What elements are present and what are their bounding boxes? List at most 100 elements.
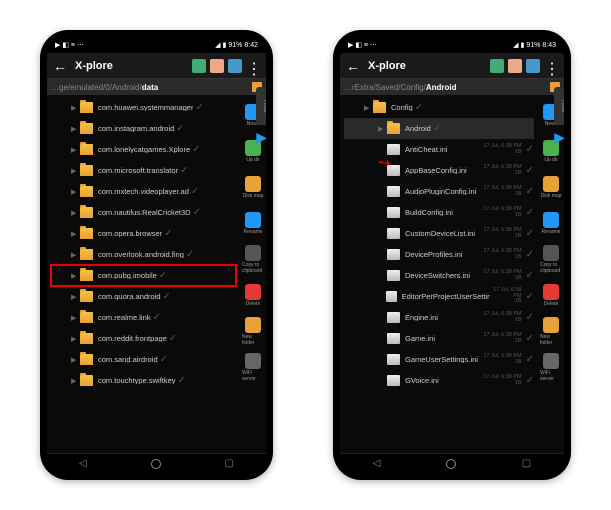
expand-arrow-icon[interactable]: ▶: [71, 335, 77, 343]
expand-arrow-icon[interactable]: ▶: [71, 314, 77, 322]
check-icon[interactable]: ✓: [526, 144, 534, 155]
check-icon[interactable]: ✓: [164, 228, 172, 239]
app-icon-1[interactable]: [490, 59, 504, 73]
expand-arrow-icon[interactable]: ▶: [71, 209, 77, 217]
tool-delete[interactable]: Delete: [540, 278, 562, 312]
file-row[interactable]: Game.ini 17 Jul, 6:38 PM1B ✓: [344, 328, 534, 349]
expand-arrow-icon[interactable]: ▶: [364, 104, 370, 112]
file-row[interactable]: AppBaseConfig.ini 17 Jul, 6:38 PM1B ✓: [344, 160, 534, 181]
check-icon[interactable]: ✓: [178, 375, 186, 386]
expand-arrow-icon[interactable]: ▶: [71, 167, 77, 175]
check-icon[interactable]: ✓: [526, 312, 534, 323]
file-row[interactable]: ▶ com.instagram.android ✓: [51, 118, 236, 139]
check-icon[interactable]: ✓: [193, 207, 201, 218]
check-icon[interactable]: ✓: [526, 165, 534, 176]
expand-arrow-icon[interactable]: ▶: [378, 125, 384, 133]
nav-home[interactable]: [446, 459, 456, 469]
tool-wifi-server[interactable]: WiFi server: [540, 350, 562, 384]
tool-copy-to-clipboard[interactable]: Copy to clipboard: [540, 242, 562, 276]
expand-arrow-icon[interactable]: ▶: [71, 230, 77, 238]
expand-arrow-icon[interactable]: ▶: [71, 356, 77, 364]
file-row[interactable]: ▶ Android ✓: [344, 118, 534, 139]
app-icon-2[interactable]: [210, 59, 224, 73]
check-icon[interactable]: ✓: [526, 207, 534, 218]
right-pane-tab[interactable]: Root: [256, 95, 266, 125]
app-icon-2[interactable]: [508, 59, 522, 73]
file-row[interactable]: GVoice.ini 17 Jul, 6:38 PM1B ✓: [344, 370, 534, 391]
app-icon-1[interactable]: [192, 59, 206, 73]
file-row[interactable]: GameUserSettings.ini 17 Jul, 6:38 PM1B ✓: [344, 349, 534, 370]
check-icon[interactable]: ✓: [192, 144, 200, 155]
check-icon[interactable]: ✓: [415, 102, 423, 113]
tool-new-folder[interactable]: New folder: [242, 314, 264, 348]
menu-icon[interactable]: ⋮: [246, 59, 260, 73]
breadcrumb[interactable]: …rExtra/Saved/Config/ Android: [340, 79, 564, 95]
right-pane-tab[interactable]: Root: [554, 95, 564, 125]
file-row[interactable]: ▶ Config ✓: [344, 97, 534, 118]
file-row[interactable]: ▶ com.lonelycatgames.Xplore ✓: [51, 139, 236, 160]
pane-switch-icon[interactable]: ▶: [554, 129, 564, 146]
check-icon[interactable]: ✓: [186, 249, 194, 260]
expand-arrow-icon[interactable]: ▶: [71, 377, 77, 385]
check-icon[interactable]: ✓: [526, 270, 534, 281]
menu-icon[interactable]: ⋮: [544, 59, 558, 73]
expand-arrow-icon[interactable]: ▶: [71, 146, 77, 154]
tool-disk-map[interactable]: Disk map: [540, 170, 562, 204]
check-icon[interactable]: ✓: [180, 165, 188, 176]
file-row[interactable]: BuildConfig.ini 17 Jul, 6:38 PM1B ✓: [344, 202, 534, 223]
tool-new-folder[interactable]: New folder: [540, 314, 562, 348]
file-list[interactable]: ▶ Config ✓ ▶ Android ✓ AntiCheat.ini 17 …: [340, 95, 538, 453]
file-row[interactable]: DeviceSwitchers.ini 17 Jul, 6:38 PM1B ✓: [344, 265, 534, 286]
file-row[interactable]: ▶ com.overlook.android.fing ✓: [51, 244, 236, 265]
check-icon[interactable]: ✓: [526, 186, 534, 197]
file-row[interactable]: ▶ com.pubg.imobile ✓: [51, 265, 236, 286]
file-row[interactable]: EditorPerProjectUserSettings.ini 17 Jul,…: [344, 286, 534, 307]
file-row[interactable]: DeviceProfiles.ini 17 Jul, 6:38 PM1B ✓: [344, 244, 534, 265]
pane-switch-icon[interactable]: ▶: [256, 129, 266, 146]
expand-arrow-icon[interactable]: ▶: [71, 125, 77, 133]
check-icon[interactable]: ✓: [160, 354, 168, 365]
tool-wifi-server[interactable]: WiFi server: [242, 350, 264, 384]
file-row[interactable]: ▶ com.nautilus.RealCricket3D ✓: [51, 202, 236, 223]
file-row[interactable]: ▶ com.reddit.frontpage ✓: [51, 328, 236, 349]
check-icon[interactable]: ✓: [176, 123, 184, 134]
app-icon-3[interactable]: [526, 59, 540, 73]
file-row[interactable]: AntiCheat.ini 17 Jul, 6:38 PM1B ✓: [344, 139, 534, 160]
check-icon[interactable]: ✓: [526, 228, 534, 239]
file-row[interactable]: ▶ com.sand.airdroid ✓: [51, 349, 236, 370]
check-icon[interactable]: ✓: [526, 249, 534, 260]
check-icon[interactable]: ✓: [159, 270, 167, 281]
check-icon[interactable]: ✓: [191, 186, 199, 197]
check-icon[interactable]: ✓: [163, 291, 171, 302]
check-icon[interactable]: ✓: [433, 123, 441, 134]
file-row[interactable]: ▶ com.microsoft.translator ✓: [51, 160, 236, 181]
check-icon[interactable]: ✓: [526, 291, 534, 302]
expand-arrow-icon[interactable]: ▶: [71, 104, 77, 112]
file-row[interactable]: AudioPluginConfig.ini 17 Jul, 6:38 PM1B …: [344, 181, 534, 202]
tool-copy-to-clipboard[interactable]: Copy to clipboard: [242, 242, 264, 276]
file-row[interactable]: ▶ com.opera.browser ✓: [51, 223, 236, 244]
file-row[interactable]: Engine.ini 17 Jul, 6:38 PM1B ✓: [344, 307, 534, 328]
expand-arrow-icon[interactable]: ▶: [71, 293, 77, 301]
nav-recent[interactable]: ▢: [522, 458, 531, 469]
file-row[interactable]: ▶ com.huawei.systemmanager ✓: [51, 97, 236, 118]
file-list[interactable]: ▶ com.huawei.systemmanager ✓ ▶ com.insta…: [47, 95, 240, 453]
nav-back[interactable]: ◁: [373, 458, 381, 469]
file-row[interactable]: CustomDeviceList.ini 17 Jul, 6:38 PM1B ✓: [344, 223, 534, 244]
check-icon[interactable]: ✓: [153, 312, 161, 323]
tool-delete[interactable]: Delete: [242, 278, 264, 312]
back-button[interactable]: ←: [53, 58, 67, 74]
expand-arrow-icon[interactable]: ▶: [71, 272, 77, 280]
tool-rename[interactable]: Rename: [242, 206, 264, 240]
nav-home[interactable]: [151, 459, 161, 469]
file-row[interactable]: ▶ com.realme.link ✓: [51, 307, 236, 328]
file-row[interactable]: ▶ com.touchtype.swiftkey ✓: [51, 370, 236, 391]
check-icon[interactable]: ✓: [195, 102, 203, 113]
tool-rename[interactable]: Rename: [540, 206, 562, 240]
nav-recent[interactable]: ▢: [225, 458, 234, 469]
breadcrumb[interactable]: …ge/emulated/0/Android/ data: [47, 79, 266, 95]
expand-arrow-icon[interactable]: ▶: [71, 251, 77, 259]
check-icon[interactable]: ✓: [526, 375, 534, 386]
check-icon[interactable]: ✓: [169, 333, 177, 344]
check-icon[interactable]: ✓: [526, 333, 534, 344]
